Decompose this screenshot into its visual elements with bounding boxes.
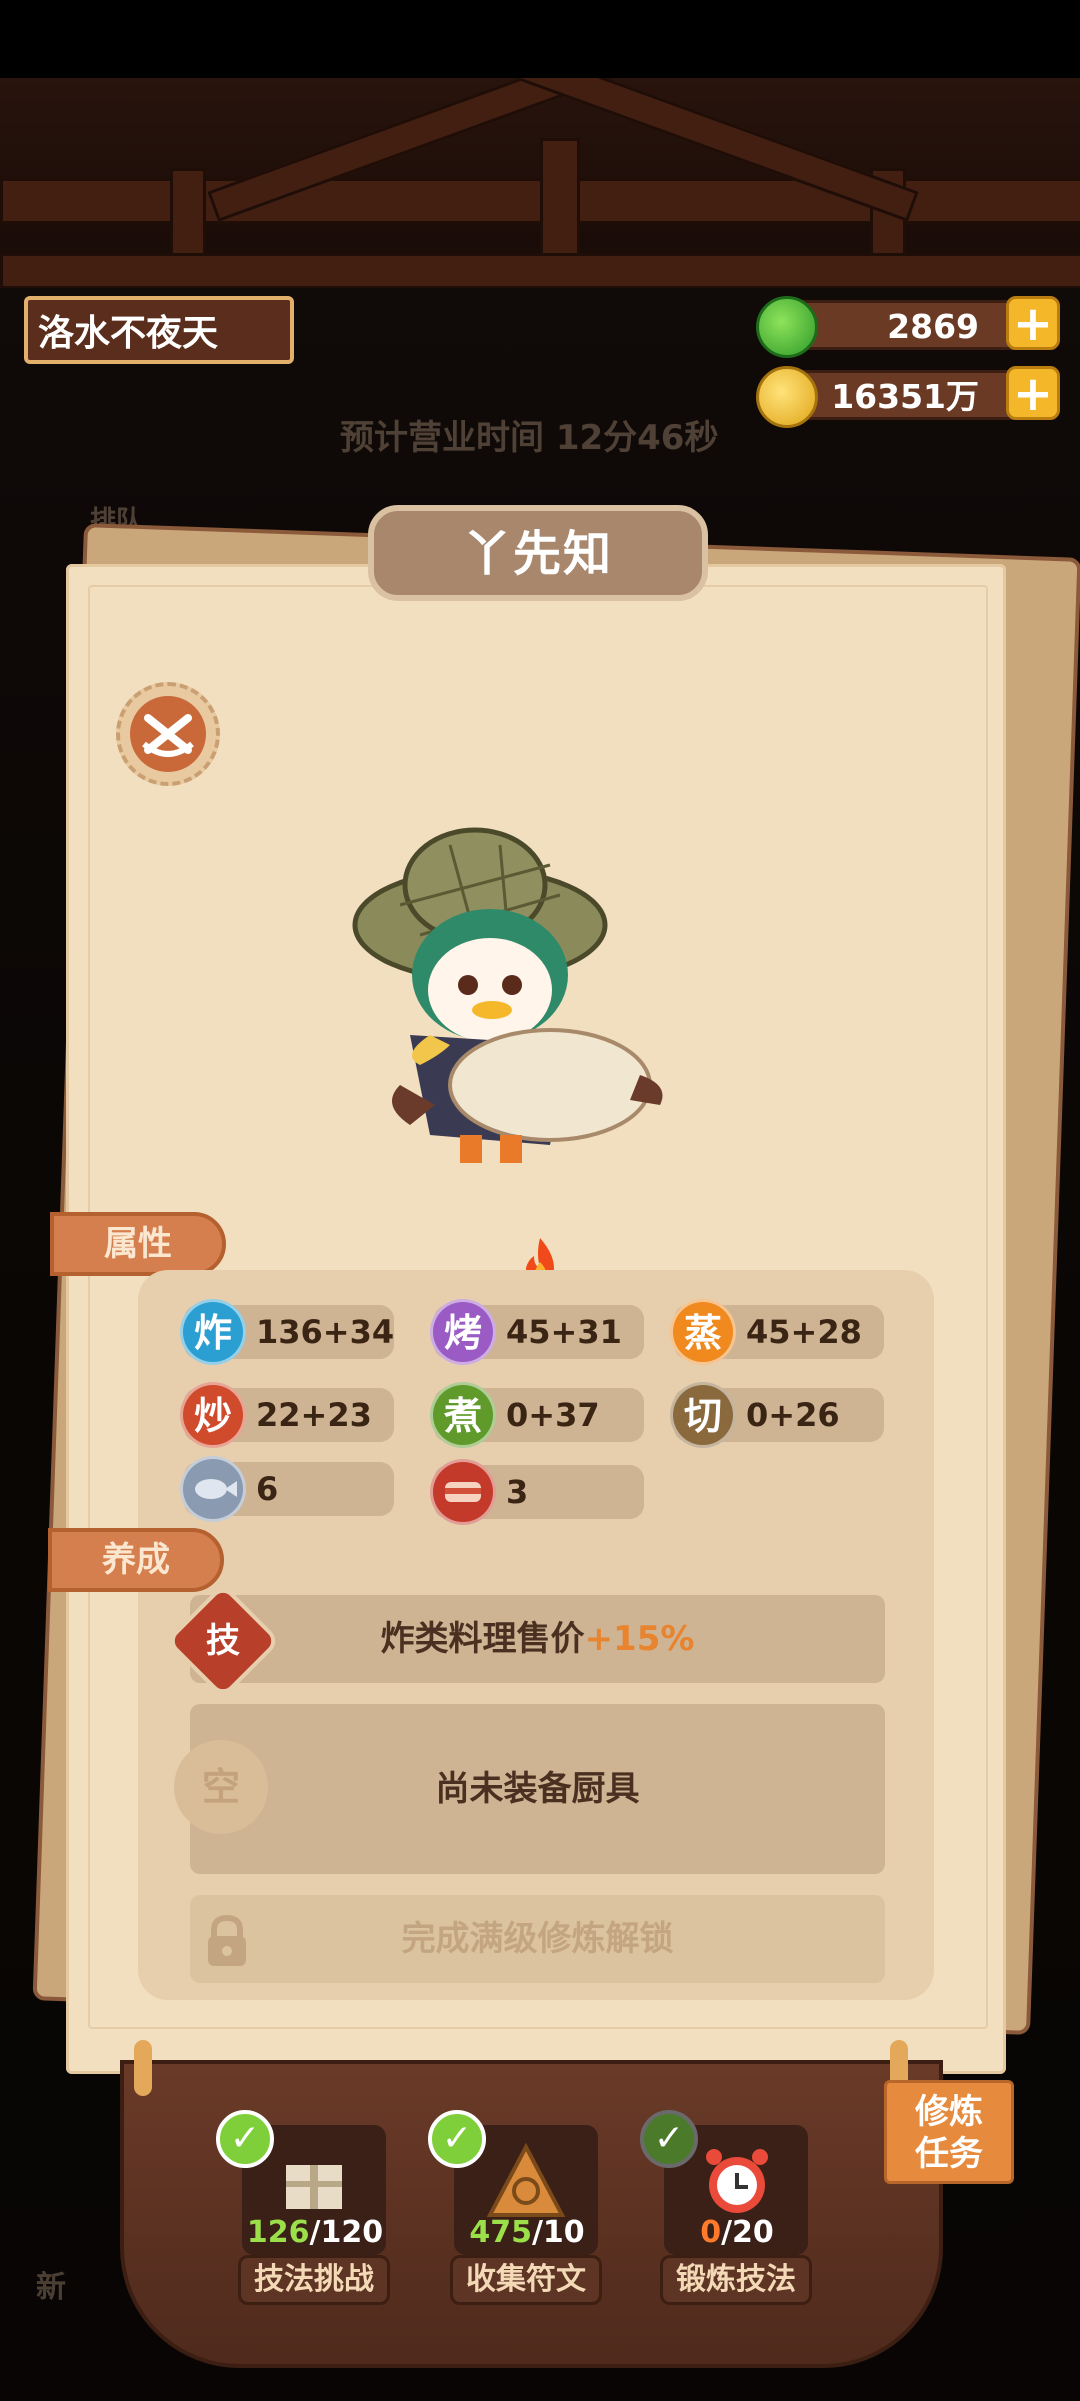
stat-fry-value: 136+34 bbox=[256, 1313, 395, 1351]
cut-icon: 切 bbox=[670, 1382, 736, 1448]
check-icon-dim: ✓ bbox=[640, 2110, 698, 2168]
stat-boil-value: 0+37 bbox=[506, 1396, 600, 1434]
steam-icon: 蒸 bbox=[670, 1299, 736, 1365]
check-icon: ✓ bbox=[216, 2110, 274, 2168]
activity-progress-runes: 475/10 bbox=[442, 2215, 612, 2250]
alarm-clock-icon bbox=[702, 2145, 772, 2221]
roast-icon: 烤 bbox=[430, 1299, 496, 1365]
stat-steam-value: 45+28 bbox=[746, 1313, 862, 1351]
crossed-utensils-icon bbox=[130, 696, 206, 772]
fish-icon bbox=[180, 1456, 246, 1522]
stat-fish-value: 6 bbox=[256, 1470, 279, 1508]
stat-roast-value: 45+31 bbox=[506, 1313, 622, 1351]
coin-icon bbox=[756, 366, 818, 428]
skill-text: 炸类料理售价 bbox=[380, 1619, 585, 1659]
task-flag-line2: 任务 bbox=[915, 2134, 983, 2174]
locked-slot: 完成满级修炼解锁 bbox=[190, 1895, 885, 1983]
rune-icon bbox=[486, 2142, 566, 2223]
skill-bonus: +15% bbox=[584, 1619, 695, 1659]
chef-rank-crest[interactable] bbox=[116, 682, 220, 786]
tab-attributes[interactable]: 属性 bbox=[50, 1212, 226, 1276]
new-badge: 新 bbox=[36, 2270, 66, 2305]
tab-cultivate[interactable]: 养成 bbox=[48, 1528, 224, 1592]
jade-icon bbox=[756, 296, 818, 358]
scroll-pin-left bbox=[134, 2040, 152, 2096]
stirfry-icon: 炒 bbox=[180, 1382, 246, 1448]
add-coins-button[interactable]: + bbox=[1006, 366, 1060, 420]
equipment-text: 尚未装备厨具 bbox=[435, 1769, 640, 1809]
task-flag-line1: 修炼 bbox=[915, 2092, 983, 2132]
progress-total: /10 bbox=[531, 2215, 585, 2250]
training-task-button[interactable]: 修炼 任务 bbox=[884, 2080, 1014, 2184]
shop-name-label: 洛水不夜天 bbox=[24, 296, 294, 364]
fry-icon: 炸 bbox=[180, 1299, 246, 1365]
meat-icon bbox=[430, 1459, 496, 1525]
jade-amount: 2869 bbox=[887, 307, 979, 346]
progress-total: /120 bbox=[309, 2215, 384, 2250]
lock-icon bbox=[200, 1912, 254, 1970]
add-jade-button[interactable]: + bbox=[1006, 296, 1060, 350]
progress-total: /20 bbox=[721, 2215, 774, 2250]
train-technique-button[interactable]: 锻炼技法 bbox=[660, 2255, 812, 2305]
activity-progress-technique: 126/120 bbox=[230, 2215, 400, 2250]
equipment-slot[interactable]: 尚未装备厨具 bbox=[190, 1704, 885, 1874]
chef-character-portrait[interactable] bbox=[340, 805, 720, 1205]
progress-current: 126 bbox=[246, 2215, 310, 2250]
business-time-text: 预计营业时间 12分46秒 bbox=[340, 418, 719, 458]
gift-box-icon bbox=[282, 2151, 346, 2215]
progress-current: 475 bbox=[469, 2215, 532, 2250]
boil-icon: 煮 bbox=[430, 1382, 496, 1448]
status-bar-area bbox=[0, 0, 1080, 78]
skill-row[interactable]: 炸类料理售价+15% bbox=[190, 1595, 885, 1683]
technique-challenge-button[interactable]: 技法挑战 bbox=[238, 2255, 390, 2305]
chef-name-title: 丫先知 bbox=[368, 505, 708, 601]
coin-amount: 16351万 bbox=[831, 377, 979, 416]
locked-text: 完成满级修炼解锁 bbox=[401, 1919, 674, 1959]
empty-slot-icon: 空 bbox=[174, 1740, 268, 1834]
stat-meat-value: 3 bbox=[506, 1473, 529, 1511]
skill-icon: 技 bbox=[206, 1621, 240, 1661]
activity-progress-train: 0/20 bbox=[652, 2215, 822, 2250]
progress-current: 0 bbox=[700, 2215, 722, 2250]
check-icon: ✓ bbox=[428, 2110, 486, 2168]
stat-stirfry-value: 22+23 bbox=[256, 1396, 372, 1434]
collect-runes-button[interactable]: 收集符文 bbox=[450, 2255, 602, 2305]
stat-cut-value: 0+26 bbox=[746, 1396, 840, 1434]
